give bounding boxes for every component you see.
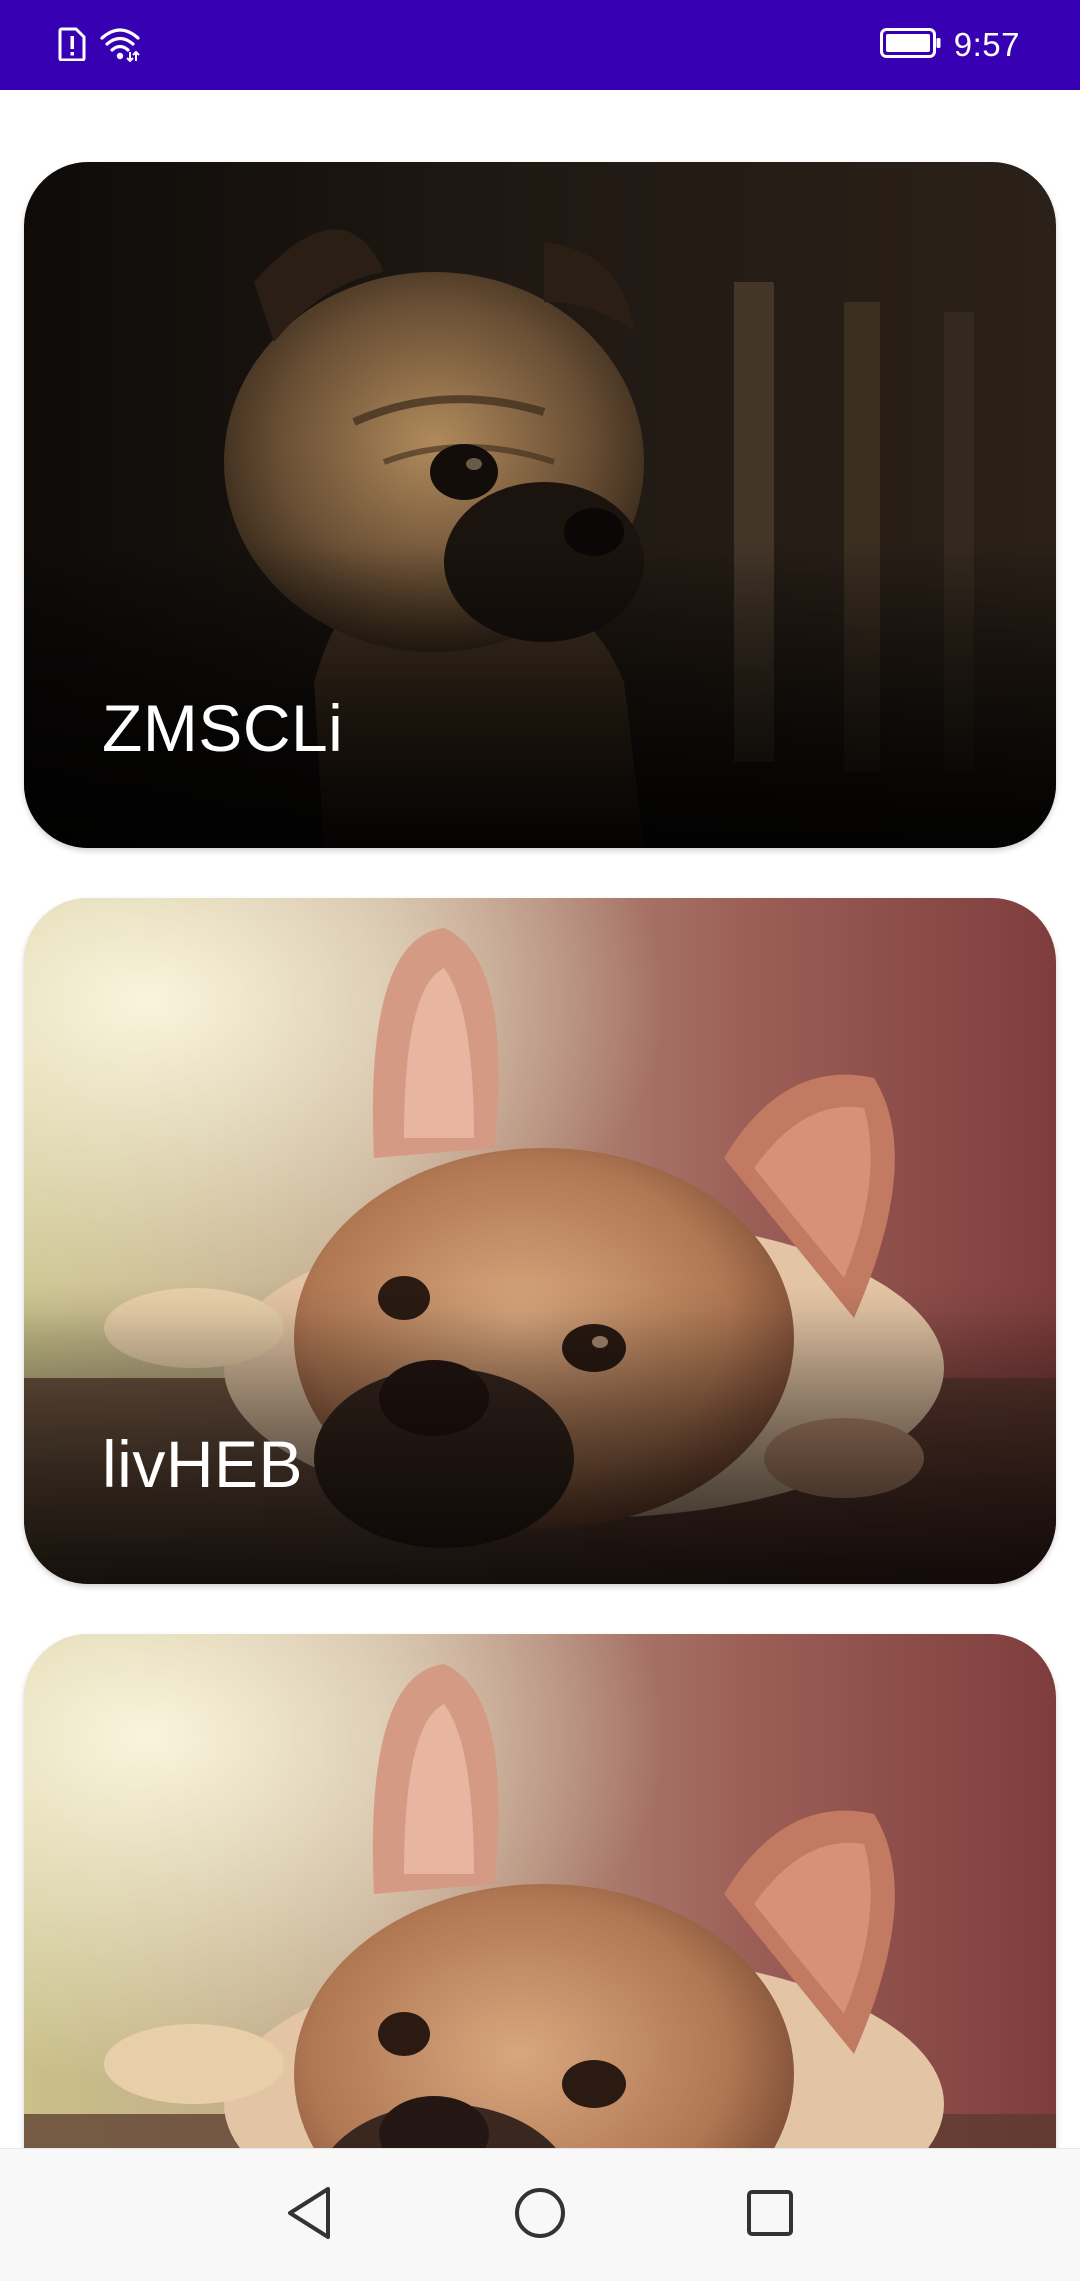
back-icon [284, 2185, 336, 2246]
card-item[interactable]: ZMSCLi [24, 162, 1056, 848]
french-bulldog-image [24, 1634, 1056, 2148]
card-title: ZMSCLi [102, 691, 344, 765]
card-item[interactable] [24, 1634, 1056, 2148]
recents-icon [745, 2188, 795, 2243]
home-button[interactable] [492, 2167, 588, 2263]
status-bar: 9:57 [0, 0, 1080, 90]
home-icon [513, 2186, 567, 2245]
wifi-icon [100, 26, 140, 67]
card-title: livHEB [102, 1427, 304, 1501]
clock: 9:57 [953, 26, 1020, 63]
recents-button[interactable] [722, 2167, 818, 2263]
card-list[interactable]: ZMSCLi livHEB [0, 90, 1080, 2148]
status-icons-right: 9:57 [879, 22, 1020, 68]
sim-alert-icon [58, 27, 86, 66]
back-button[interactable] [262, 2167, 358, 2263]
navigation-bar [0, 2148, 1080, 2281]
status-icons-left [58, 26, 140, 66]
battery-icon [879, 27, 942, 63]
card-item[interactable]: livHEB [24, 898, 1056, 1584]
